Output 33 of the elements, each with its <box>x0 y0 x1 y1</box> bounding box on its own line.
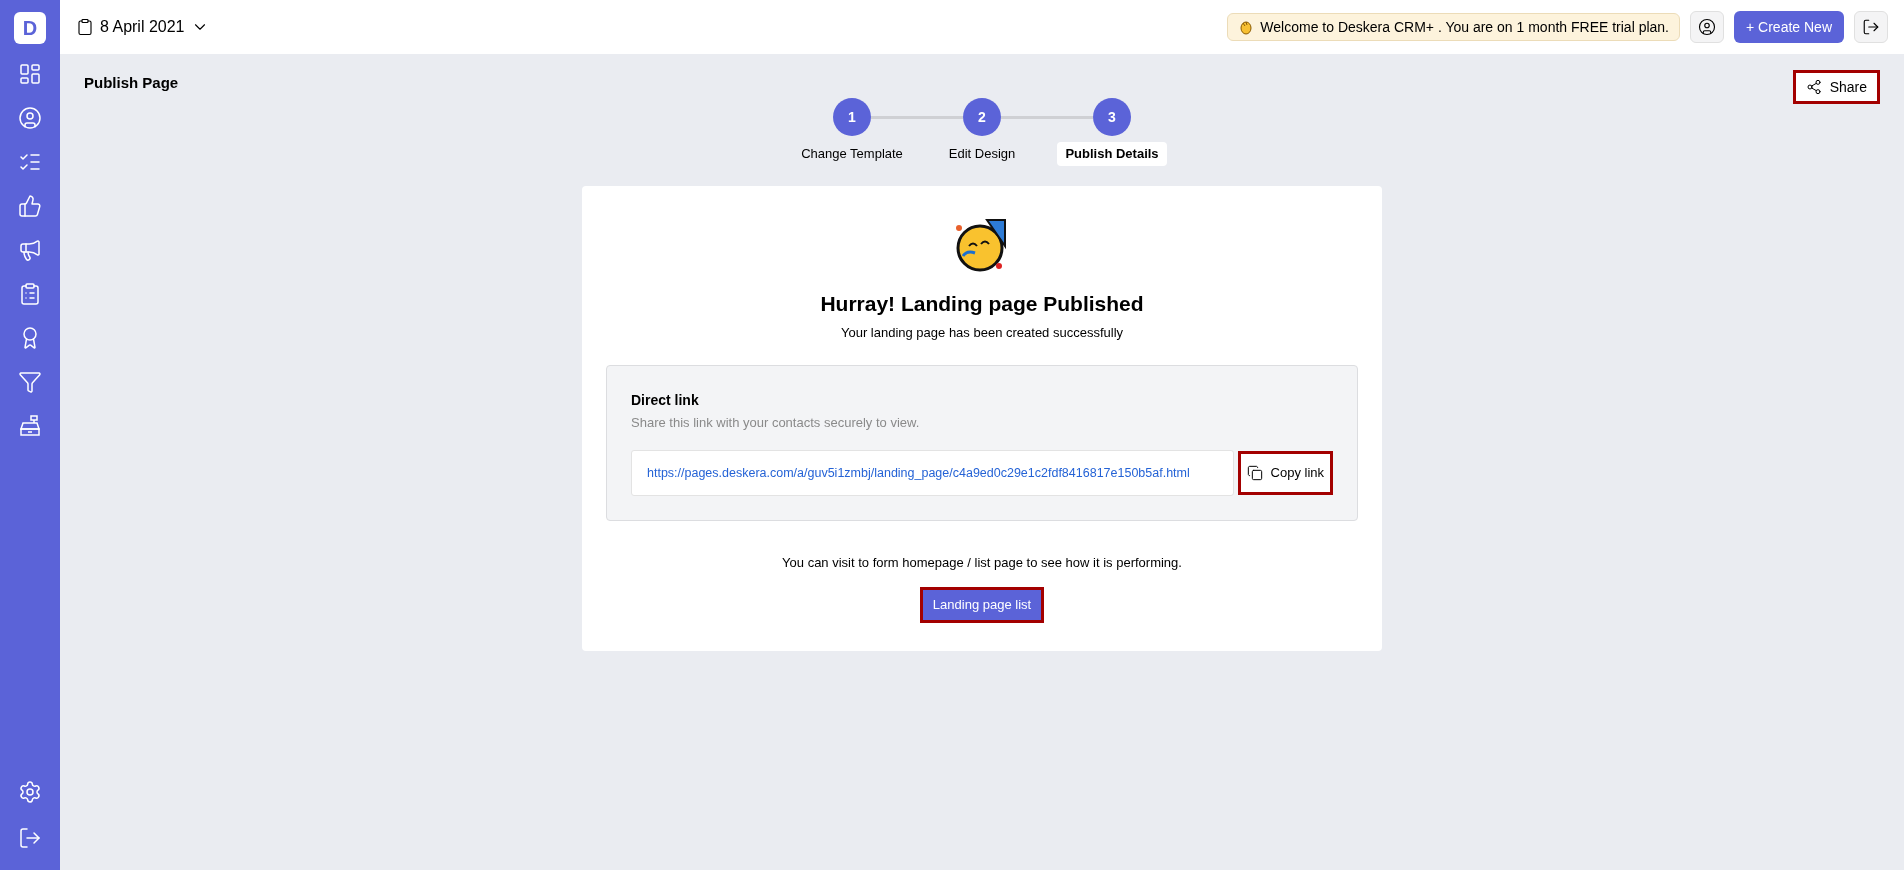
share-button[interactable]: Share <box>1792 70 1880 104</box>
megaphone-icon[interactable] <box>18 238 42 262</box>
direct-link-title: Direct link <box>631 390 700 410</box>
step-label[interactable]: Change Template <box>793 142 911 166</box>
cash-register-icon[interactable] <box>18 414 42 438</box>
share-icon <box>1805 79 1822 95</box>
logout-icon <box>1862 18 1880 36</box>
user-circle-icon <box>1698 18 1716 36</box>
clipboard-icon[interactable] <box>18 282 42 306</box>
dashboard-icon[interactable] <box>18 62 42 86</box>
user-circle-icon[interactable] <box>18 106 42 130</box>
landing-page-list-button[interactable]: Landing page list <box>919 586 1045 623</box>
welcome-text: Welcome to Deskera CRM+ . You are on 1 month FREE trial plan. <box>1260 17 1669 37</box>
logout-button[interactable] <box>1854 11 1888 43</box>
page-title: Publish Page <box>84 73 179 93</box>
step-label[interactable]: Publish Details <box>1057 142 1167 166</box>
date-selector[interactable]: 8 April 2021 <box>76 15 209 39</box>
logout-icon[interactable] <box>18 826 42 850</box>
performance-note: You can visit to form homepage / list page to see how it is performing. <box>782 554 1182 572</box>
direct-link-description: Share this link with your contacts securely to view. <box>631 413 921 432</box>
copy-link-button[interactable]: Copy link <box>1237 451 1333 495</box>
success-subheading: Your landing page has been created successfully <box>840 324 1124 342</box>
settings-icon[interactable] <box>18 780 42 804</box>
success-heading: Hurray! Landing page Published <box>820 290 1144 317</box>
thumbs-up-icon[interactable] <box>18 194 42 218</box>
step-label[interactable]: Edit Design <box>940 142 1024 166</box>
create-new-button[interactable]: + Create New <box>1734 11 1844 43</box>
logo[interactable]: D <box>14 12 46 44</box>
url-field[interactable]: https://pages.deskera.com/a/guv5i1zmbj/landing_page/c4a9ed0c29e1c2fdf8416817e150b5af.html <box>631 450 1234 496</box>
funnel-icon[interactable] <box>18 370 42 394</box>
copy-icon <box>1246 465 1263 481</box>
profile-button[interactable] <box>1690 11 1724 43</box>
clipboard-icon <box>76 18 94 36</box>
